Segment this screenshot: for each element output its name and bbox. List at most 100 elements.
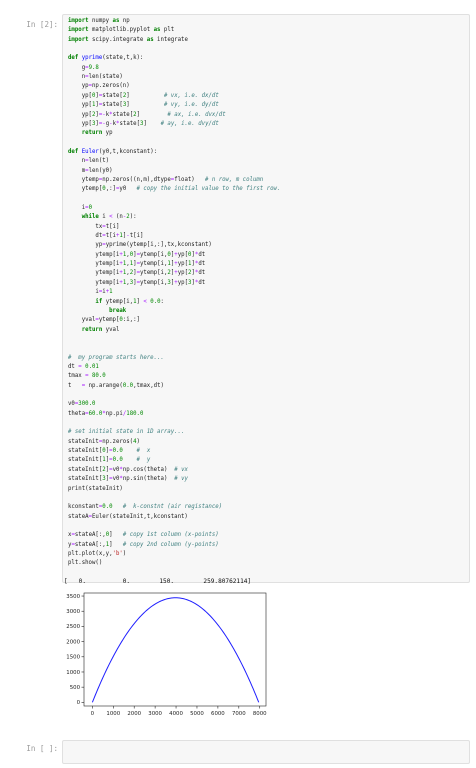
code-token: 0 [88,205,92,211]
code-line: plt.plot(x,y,'b') [68,551,126,558]
code-token: ytemp[i, [102,298,134,305]
code-token: return [81,326,103,333]
code-token: t[i] [105,223,120,230]
y-tick-label: 1500 [66,655,80,661]
code-token: ) [122,550,127,557]
code-token: state[ [112,111,134,118]
code-line: g=9.8 [68,65,99,72]
y-tick-label: 3500 [66,594,80,600]
code-token: 80.0 [92,373,106,380]
trajectory-plot: 0 1000 2000 3000 4000 5000 6000 7000 8000 0 500 100… [66,592,267,717]
code-line: yp[0]=state[2] # vx, i.e. dx/dt [68,93,219,100]
code-token: i [68,205,86,211]
code-token: dt [198,279,206,286]
code-token: ] [136,111,168,118]
code-token: np.zeros( [102,438,134,445]
code-token: stateInit[ [68,457,103,464]
code-token: ytemp[i, [140,279,168,286]
code-token: ytemp[i [68,279,120,286]
code-token: Euler(stateInit,t,kconstant) [91,513,188,520]
code-token: yp[ [68,102,92,109]
code-token: stateInit[ [68,476,103,483]
code-token: t [68,382,82,389]
x-tick-label: 7000 [232,711,246,717]
code-token: ,tmax,dt) [133,382,164,389]
code-line: ytemp=np.zeros((n,m),dtype=float) # n ro… [68,176,264,184]
code-line: ytemp[i+1,0]=ytemp[i,0]+yp[0]*dt [68,252,205,259]
code-line: print(stateInit) [68,486,123,493]
code-token: plt.show() [68,560,103,567]
code-token: len(t) [88,158,110,165]
code-line: stateA=Euler(stateInit,t,kconstant) [68,514,188,521]
y-tick-label: 500 [70,685,81,691]
y-tick-label: 0 [77,700,81,706]
code-token: ytemp [68,176,99,183]
code-line: yp[3]=-g-k*state[3] # ay, i.e. dvy/dt [68,121,219,128]
code-token: 0.0 [112,448,123,455]
code-token: plt.plot(x,y, [68,550,113,557]
x-tick-label: 6000 [211,711,225,717]
code-token: tx [68,223,103,230]
code-token: np.pi [105,410,123,417]
code-line: t = np.arange(0.0,tmax,dt) [68,383,164,390]
code-token: stateA[:, [74,541,106,548]
code-line: ytemp[i+1,3]=ytemp[i,3]+yp[3]*dt [68,280,205,287]
code-line: return yval [68,326,120,334]
code-line: yp[1]=state[3] # vy, i.e. dy/dt [68,102,219,109]
code-token: ytemp[i [68,251,120,258]
code-token: yp[ [177,261,188,268]
code-line: # my program starts here... [68,355,164,362]
code-token: dt [68,233,103,240]
code-token: # k-constnt (air registance) [122,504,223,511]
code-token: ] [126,92,164,99]
code-token: yval [102,326,120,333]
code-token: len(y0) [88,167,113,174]
code-line: x=stateA[:,0] # copy 1st column (x-point… [68,532,219,539]
plot-area [83,592,267,707]
code-token: dt [198,261,206,268]
code-token: y0 [119,186,137,193]
code-token: matplotlib.pyplot [88,27,154,34]
code-line: ytemp[i+1,2]=ytemp[i,2]+yp[2]*dt [68,270,205,277]
code-token: (n [112,214,123,221]
code-token: 0.0 [150,298,161,305]
input-prompt: In [2]: [26,20,58,29]
code-token: dt [198,270,206,277]
code-token: np.zeros(n) [91,83,130,90]
code-cell[interactable]: import numpy as np import matplotlib.pypl… [62,14,470,583]
code-token: ytemp[i, [140,261,168,268]
code-token: (y0,t,kconstant): [98,148,158,155]
code-line: stateInit[2]=v0*np.cos(theta) # vx [68,467,188,474]
code-line: ytemp[i+1,1]=ytemp[i,1]+yp[1]*dt [68,261,205,268]
x-tick-label: 2000 [127,711,141,717]
code-editor[interactable]: import numpy as np import matplotlib.pypl… [68,18,466,578]
code-token: t[i] [129,233,144,240]
code-token: import [68,18,89,24]
code-token: ] [109,541,123,548]
code-token: numpy [88,18,113,24]
code-token: as [146,36,154,43]
code-token: ytemp[ [98,317,120,324]
code-token: m [68,167,86,174]
code-token: Euler [81,148,99,155]
code-line: if ytemp[i,1] < 0.0: [68,299,164,306]
code-token: 60.0 [88,410,103,417]
code-line: stateInit[1]=0.0 # y [68,457,150,464]
code-token: yp [68,242,103,249]
code-line: kconstant=0.0 # k-constnt (air registanc… [68,504,222,511]
code-token: def [68,55,79,62]
code-token: # vx [174,466,188,473]
code-line: return yp [68,130,113,137]
code-token: stateInit[ [68,448,103,455]
code-token: ytemp[i, [140,251,168,258]
code-line: stateInit[0]=0.0 # x [68,448,150,455]
code-token: 0.0 [112,457,123,464]
code-line: break [68,308,126,315]
empty-code-cell[interactable] [62,740,470,764]
code-token: # copy 2nd column (y-points) [122,541,219,548]
